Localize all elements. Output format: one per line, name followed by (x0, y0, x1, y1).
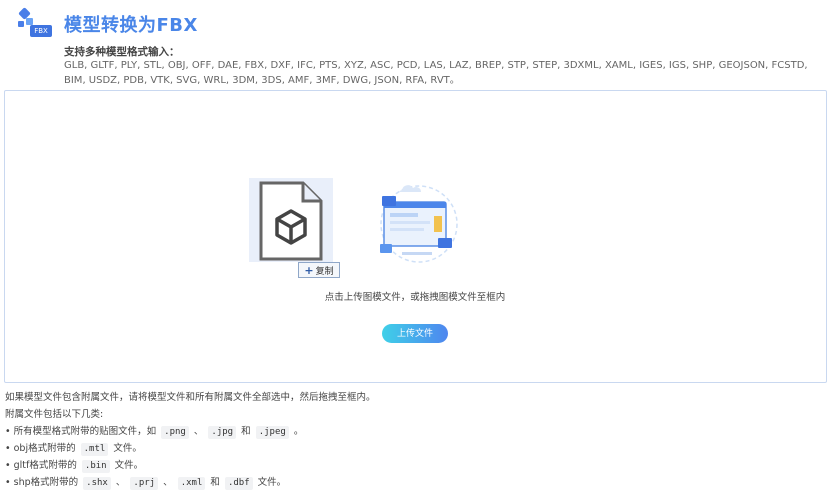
logo-badge: FBX (30, 25, 52, 37)
supported-formats-label: 支持多种模型格式输入： (64, 46, 180, 58)
extension-code: .xml (177, 477, 206, 490)
list-item-text: • shp格式附带的 (5, 477, 79, 488)
separator: 和 (210, 477, 220, 488)
fbx-logo-icon: FBX (18, 7, 54, 39)
separator: 、 (115, 477, 126, 488)
list-item: • obj格式附带的 .mtl 文件。 (5, 440, 376, 457)
extension-code: .jpeg (255, 426, 289, 439)
page-header: FBX 模型转换为FBX (18, 6, 198, 42)
upload-hint-text: 点击上传图模文件，或拖拽图模文件至框内 (324, 292, 506, 303)
notes-types-label: 附属文件包括以下几类: (5, 409, 104, 420)
list-item-text: • 所有模型格式附带的贴图文件，如 (5, 426, 157, 437)
list-item-end: 。 (293, 426, 304, 437)
attachment-notes: 如果模型文件包含附属文件，请将模型文件和所有附属文件全部选中，然后拖拽至框内。 … (5, 389, 376, 491)
extension-code: .mtl (80, 443, 109, 456)
list-item-text: • gltf格式附带的 (5, 460, 77, 471)
copy-button-label: 复制 (315, 266, 334, 277)
extension-code: .shx (83, 477, 111, 490)
supported-formats-list: GLB, GLTF, PLY, STL, OBJ, OFF, DAE, FBX,… (64, 60, 808, 86)
page-title: 模型转换为FBX (64, 15, 198, 36)
separator: 、 (193, 426, 204, 437)
model-file-icon[interactable] (249, 178, 333, 262)
list-item-end: 文件。 (113, 443, 142, 454)
extension-code: .jpg (208, 426, 237, 439)
extension-code: .png (161, 426, 189, 439)
copy-button[interactable]: + 复制 (298, 262, 340, 278)
list-item-end: 文件。 (114, 460, 144, 471)
separator: 、 (163, 477, 173, 488)
extension-code: .bin (81, 460, 110, 473)
plus-icon: + (304, 263, 314, 277)
notes-intro: 如果模型文件包含附属文件，请将模型文件和所有附属文件全部选中，然后拖拽至框内。 (5, 392, 376, 403)
upload-illustration-icon (372, 180, 462, 270)
list-item: • 所有模型格式附带的贴图文件，如 .png 、 .jpg 和 .jpeg 。 (5, 423, 376, 440)
extension-code: .prj (130, 477, 159, 490)
list-item-end: 文件。 (257, 477, 287, 488)
list-item: • gltf格式附带的 .bin 文件。 (5, 457, 376, 474)
list-item: • shp格式附带的 .shx 、 .prj 、 .xml 和 .dbf 文件。 (5, 474, 376, 491)
separator: 和 (241, 426, 251, 437)
list-item-text: • obj格式附带的 (5, 443, 76, 454)
upload-file-button[interactable]: 上传文件 (382, 324, 448, 343)
extension-code: .dbf (224, 477, 253, 490)
